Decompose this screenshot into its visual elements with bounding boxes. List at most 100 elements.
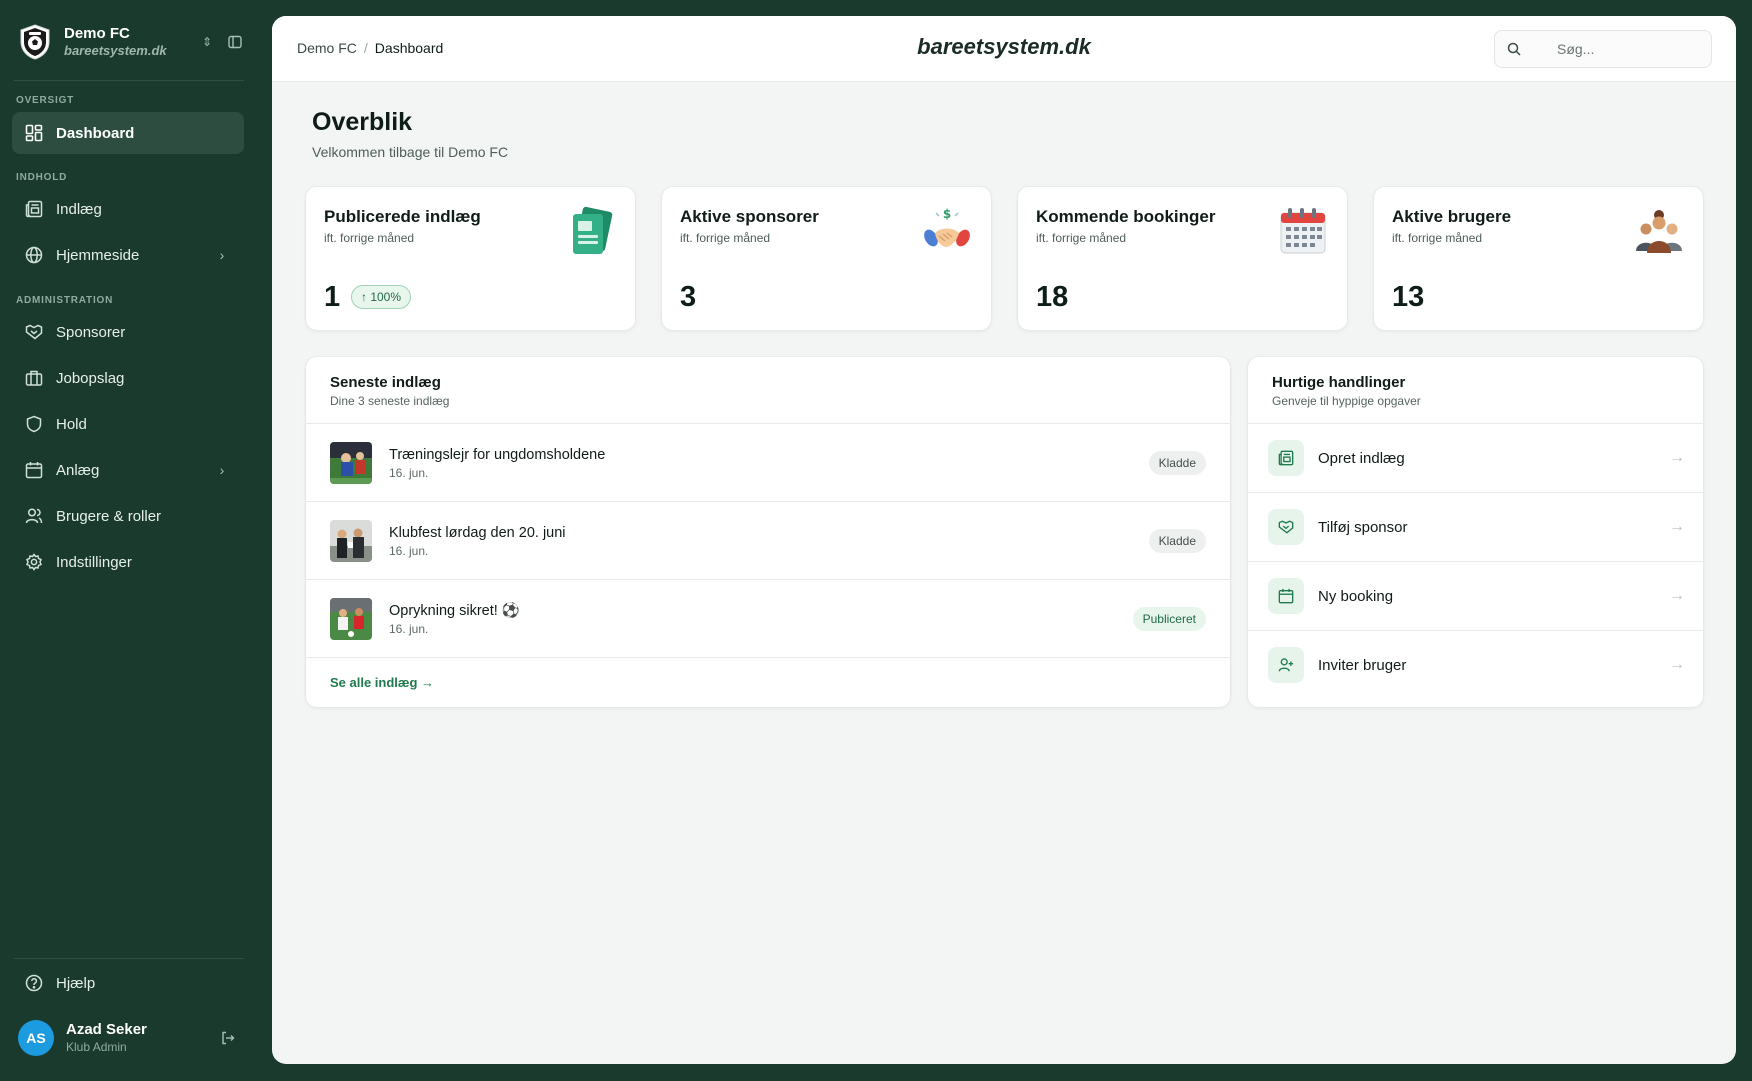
post-thumbnail	[330, 441, 372, 484]
sidebar-item-users[interactable]: Brugere & roller	[12, 495, 244, 537]
post-row[interactable]: Træningslejr for ungdomsholdene 16. jun.…	[306, 424, 1230, 501]
user-profile[interactable]: AS Azad Seker Klub Admin	[18, 1018, 238, 1058]
sidebar-item-help[interactable]: Hjælp	[12, 962, 244, 1004]
post-date: 16. jun.	[389, 465, 429, 480]
stat-card-posts: Publicerede indlæg ift. forrige måned 1 …	[305, 186, 636, 331]
action-label: Opret indlæg	[1318, 449, 1405, 467]
chevron-right-icon: ›	[219, 247, 225, 263]
arrow-right-icon: →	[1669, 518, 1685, 535]
stat-card-bookings: Kommende bookinger ift. forrige måned 18	[1017, 186, 1348, 331]
trend-badge: ↑ 100%	[351, 285, 412, 309]
stat-value: 18	[1036, 281, 1069, 313]
create-post-action[interactable]: Opret indlæg →	[1248, 424, 1703, 492]
post-date: 16. jun.	[389, 543, 429, 558]
stat-subtitle: ift. forrige måned	[1036, 231, 1127, 245]
grid-icon	[24, 123, 44, 143]
action-label: Inviter bruger	[1318, 656, 1407, 674]
status-badge: Kladde	[1148, 450, 1206, 475]
user-role: Klub Admin	[66, 1040, 127, 1054]
sidebar-item-website[interactable]: Hjemmeside ›	[12, 234, 244, 276]
post-title: Træningslejr for ungdomsholdene	[389, 446, 606, 463]
panel-title: Hurtige handlinger	[1272, 374, 1406, 391]
stat-card-sponsors: Aktive sponsorer ift. forrige måned 3 $	[661, 186, 992, 331]
sidebar-item-sponsors[interactable]: Sponsorer	[12, 311, 244, 353]
briefcase-icon	[24, 368, 44, 388]
post-title: Oprykning sikret! ⚽	[389, 602, 520, 619]
stat-subtitle: ift. forrige måned	[680, 231, 771, 245]
user-name: Azad Seker	[66, 1021, 147, 1038]
globe-icon	[24, 245, 44, 265]
invite-user-action[interactable]: Inviter bruger →	[1248, 631, 1703, 699]
post-row[interactable]: Klubfest lørdag den 20. juni 16. jun. Kl…	[306, 502, 1230, 579]
action-label: Tilføj sponsor	[1318, 518, 1408, 536]
section-label-admin: ADMINISTRATION	[16, 295, 114, 306]
stat-value: 13	[1392, 281, 1425, 313]
club-switcher[interactable]: Demo FC bareetsystem.dk ⇕	[18, 20, 244, 64]
add-sponsor-action[interactable]: Tilføj sponsor →	[1248, 493, 1703, 561]
calendar-illustration-icon	[1280, 208, 1326, 254]
quick-actions-panel: Hurtige handlinger Genveje til hyppige o…	[1247, 356, 1704, 708]
post-date: 16. jun.	[389, 621, 429, 636]
sidebar-item-label: Dashboard	[56, 124, 135, 142]
search-input[interactable]	[1529, 41, 1736, 57]
users-illustration-icon	[1636, 210, 1682, 253]
sidebar-divider	[14, 958, 244, 959]
avatar: AS	[18, 1020, 54, 1056]
newspaper-icon	[24, 199, 44, 219]
handshake-illustration-icon: $	[924, 207, 970, 247]
see-all-posts-link[interactable]: Se alle indlæg →	[330, 675, 434, 690]
calendar-icon	[1268, 578, 1304, 614]
page-title: Overblik	[312, 108, 413, 136]
newspaper-illustration-icon	[573, 206, 613, 254]
breadcrumb-item-club[interactable]: Demo FC	[297, 40, 357, 56]
post-thumbnail	[330, 519, 372, 562]
shield-icon	[24, 414, 44, 434]
help-icon	[24, 973, 44, 993]
search-icon	[1507, 42, 1521, 56]
sidebar-collapse-icon[interactable]	[226, 33, 244, 51]
new-booking-action[interactable]: Ny booking →	[1248, 562, 1703, 630]
section-label-overview: OVERSIGT	[16, 95, 75, 106]
panel-title: Seneste indlæg	[330, 374, 441, 391]
stat-subtitle: ift. forrige måned	[1392, 231, 1483, 245]
users-icon	[24, 506, 44, 526]
sidebar-item-facilities[interactable]: Anlæg ›	[12, 449, 244, 491]
stat-title: Aktive sponsorer	[680, 207, 819, 226]
stat-value: 3	[680, 281, 697, 313]
calendar-icon	[24, 460, 44, 480]
sidebar-item-jobs[interactable]: Jobopslag	[12, 357, 244, 399]
post-thumbnail	[330, 597, 372, 640]
panel-subtitle: Genveje til hyppige opgaver	[1272, 394, 1421, 408]
sidebar-divider	[14, 80, 244, 81]
logout-icon[interactable]	[218, 1028, 238, 1048]
club-logo	[18, 23, 52, 61]
chevron-updown-icon[interactable]: ⇕	[198, 35, 216, 49]
post-row[interactable]: Oprykning sikret! ⚽ 16. jun. Publiceret	[306, 580, 1230, 657]
user-plus-icon	[1268, 647, 1304, 683]
newspaper-icon	[1268, 440, 1304, 476]
stat-title: Publicerede indlæg	[324, 207, 481, 226]
sidebar-item-teams[interactable]: Hold	[12, 403, 244, 445]
arrow-right-icon: →	[1669, 656, 1685, 673]
sidebar-item-settings[interactable]: Indstillinger	[12, 541, 244, 583]
sidebar-item-label: Anlæg	[56, 461, 100, 479]
sidebar-item-posts[interactable]: Indlæg	[12, 188, 244, 230]
stat-title: Aktive brugere	[1392, 207, 1512, 226]
sidebar: Demo FC bareetsystem.dk ⇕ OVERSIGT Dashb…	[0, 0, 260, 1081]
stat-value: 1	[324, 281, 341, 313]
page-subtitle: Velkommen tilbage til Demo FC	[312, 144, 509, 160]
breadcrumb-separator: /	[363, 40, 368, 56]
gear-icon	[24, 552, 44, 572]
search-box[interactable]: ⌘K	[1494, 30, 1736, 68]
sidebar-item-label: Hold	[56, 415, 87, 433]
stat-title: Kommende bookinger	[1036, 207, 1216, 226]
main-panel: Demo FC / Dashboard bareetsystem.dk ⌘K O…	[272, 16, 1736, 1064]
top-bar: Demo FC / Dashboard bareetsystem.dk ⌘K	[272, 16, 1736, 82]
chevron-right-icon: ›	[219, 462, 225, 478]
sidebar-item-dashboard[interactable]: Dashboard	[12, 112, 244, 154]
status-badge: Publiceret	[1132, 606, 1206, 631]
panel-subtitle: Dine 3 seneste indlæg	[330, 394, 450, 408]
divider	[306, 657, 1230, 658]
sidebar-item-label: Hjælp	[56, 974, 96, 992]
sidebar-item-label: Sponsorer	[56, 323, 126, 341]
